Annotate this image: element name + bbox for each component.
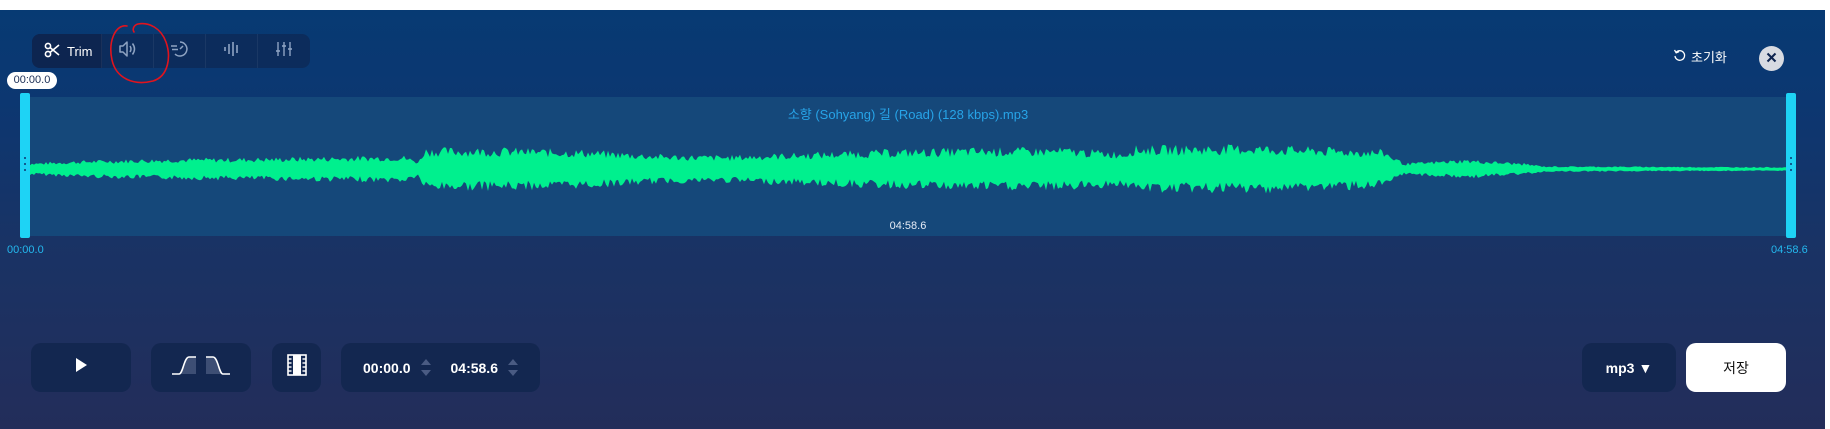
chevron-down-icon[interactable] [507, 370, 518, 376]
tool-tabs: Trim [32, 34, 310, 68]
speed-icon [170, 40, 190, 63]
end-time-field[interactable]: 04:58.6 [441, 359, 528, 376]
end-time-stepper[interactable] [507, 359, 518, 376]
fade-out-icon[interactable] [205, 354, 231, 381]
chevron-up-icon[interactable] [420, 359, 431, 365]
close-icon [1766, 50, 1777, 68]
window-edge [1825, 10, 1830, 429]
play-icon [74, 357, 88, 378]
play-button[interactable] [31, 343, 131, 392]
format-value: mp3 [1605, 359, 1635, 376]
volume-icon [118, 40, 138, 63]
tab-speed[interactable] [154, 34, 206, 68]
format-select[interactable]: mp3 ▼ [1582, 343, 1676, 392]
trim-mode-button[interactable] [272, 343, 321, 392]
caret-down-icon: ▼ [1638, 359, 1653, 376]
fade-controls [151, 343, 251, 392]
playhead-time: 00:00.0 [7, 72, 57, 89]
tab-trim-label: Trim [67, 43, 93, 59]
grip-icon [23, 157, 27, 171]
scissors-icon [44, 42, 60, 61]
tab-trim[interactable]: Trim [32, 34, 102, 68]
reset-button[interactable]: 초기화 [1673, 47, 1727, 66]
chevron-down-icon[interactable] [420, 370, 431, 376]
selection-duration: 04:58.6 [889, 220, 927, 232]
save-button[interactable]: 저장 [1686, 343, 1786, 392]
tab-volume[interactable] [102, 34, 154, 68]
grip-icon [1789, 157, 1793, 171]
time-range-inputs: 00:00.0 04:58.6 [341, 343, 540, 392]
reset-icon [1673, 49, 1686, 65]
range-start-time: 00:00.0 [7, 244, 44, 256]
end-time-value[interactable]: 04:58.6 [451, 360, 498, 376]
start-time-value[interactable]: 00:00.0 [363, 360, 410, 376]
tab-pitch[interactable] [206, 34, 258, 68]
chevron-up-icon[interactable] [507, 359, 518, 365]
trim-handle-end[interactable] [1786, 93, 1796, 238]
trim-handle-start[interactable] [20, 93, 30, 238]
close-button[interactable] [1759, 46, 1784, 71]
start-time-field[interactable]: 00:00.0 [353, 359, 440, 376]
tab-equalizer[interactable] [258, 34, 310, 68]
film-trim-icon [286, 354, 307, 381]
waveform-shape [24, 144, 1792, 194]
reset-label: 초기화 [1691, 50, 1727, 65]
file-name: 소향 (Sohyang) 길 (Road) (128 kbps).mp3 [787, 107, 1029, 122]
equalizer-icon [275, 40, 293, 63]
range-end-time: 04:58.6 [1771, 244, 1808, 256]
pitch-icon [223, 40, 241, 63]
start-time-stepper[interactable] [420, 359, 431, 376]
fade-in-icon[interactable] [171, 354, 197, 381]
